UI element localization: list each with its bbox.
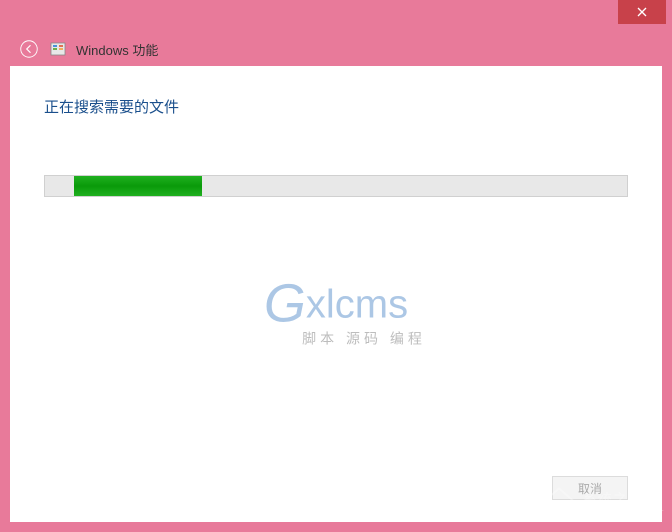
watermark-tagline: 脚本 源码 编程 [246, 329, 426, 349]
back-button[interactable] [18, 38, 40, 60]
close-button[interactable] [618, 0, 666, 24]
window-frame: Windows 功能 正在搜索需要的文件 Gxlcms 脚本 源码 编程 取消 … [0, 0, 672, 532]
content-area: 正在搜索需要的文件 Gxlcms 脚本 源码 编程 取消 [10, 66, 662, 522]
progress-bar [44, 175, 628, 197]
status-text: 正在搜索需要的文件 [44, 96, 628, 117]
cancel-button[interactable]: 取消 [552, 476, 628, 500]
back-arrow-icon [20, 40, 38, 58]
header-row: Windows 功能 [0, 32, 672, 66]
close-icon [637, 7, 647, 17]
watermark: Gxlcms 脚本 源码 编程 [246, 273, 426, 349]
watermark-brand: Gxlcms [246, 273, 426, 335]
window-title: Windows 功能 [76, 40, 158, 59]
app-icon [50, 41, 66, 57]
windows-features-icon [50, 41, 66, 57]
titlebar [0, 0, 672, 32]
progress-fill [74, 176, 202, 196]
